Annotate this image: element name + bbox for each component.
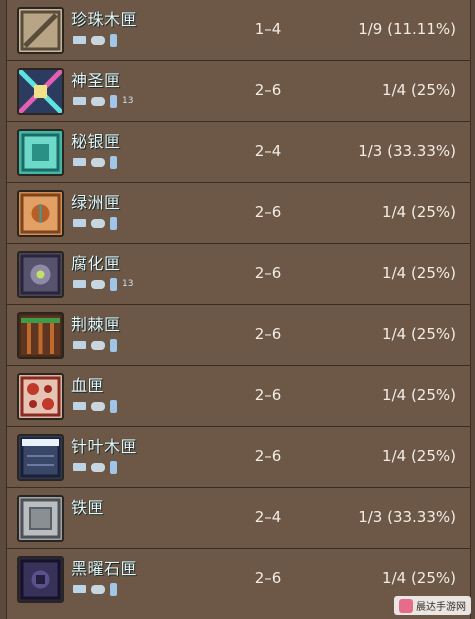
pc-icon xyxy=(73,585,86,593)
stack-size: 2–6 xyxy=(254,264,282,282)
watermark-text: 晨达手游网 xyxy=(416,602,466,613)
drop-chance: 1/9 (11.11%) xyxy=(358,20,456,38)
console-icon xyxy=(91,35,105,45)
pc-icon xyxy=(73,280,86,288)
mobile-icon xyxy=(110,155,117,169)
stack-size: 2–4 xyxy=(254,508,282,526)
obsidian-crate-icon xyxy=(17,556,64,603)
boreal-crate-icon xyxy=(17,434,64,481)
drop-chance: 1/4 (25%) xyxy=(382,447,456,465)
platform-icons: 13 xyxy=(73,277,133,291)
site-watermark: 晨达手游网 xyxy=(394,596,471,615)
table-row: 神圣匣 13 2–6 1/4 (25%) xyxy=(7,61,470,122)
mobile-icon xyxy=(110,216,117,230)
pc-icon xyxy=(73,402,86,410)
drop-chance: 1/4 (25%) xyxy=(382,325,456,343)
stack-size: 1–4 xyxy=(254,20,282,38)
crate-name: 神圣匣 xyxy=(71,71,121,90)
stack-size: 2–6 xyxy=(254,447,282,465)
mobile-icon xyxy=(110,33,117,47)
pc-icon xyxy=(73,341,86,349)
drop-chance: 1/3 (33.33%) xyxy=(358,142,456,160)
pc-icon xyxy=(73,463,86,471)
console-icon xyxy=(91,279,105,289)
3ds-icon: 13 xyxy=(122,95,134,106)
platform-icons xyxy=(73,460,117,474)
stack-size: 2–6 xyxy=(254,203,282,221)
platform-icons: 13 xyxy=(73,94,133,108)
pc-icon xyxy=(73,97,86,105)
console-icon xyxy=(91,462,105,472)
table-row: 荆棘匣 2–6 1/4 (25%) xyxy=(7,305,470,366)
site-logo-icon xyxy=(399,598,413,613)
platform-icons xyxy=(73,338,117,352)
stack-size: 2–6 xyxy=(254,81,282,99)
crate-name: 腐化匣 xyxy=(71,254,121,273)
platform-icons xyxy=(73,582,117,596)
mobile-icon xyxy=(110,460,117,474)
corrupt-crate-icon xyxy=(17,251,64,298)
console-icon xyxy=(91,96,105,106)
mobile-icon xyxy=(110,338,117,352)
crate-name: 黑曜石匣 xyxy=(71,559,138,578)
platform-icons xyxy=(73,399,117,413)
platform-icons xyxy=(73,33,117,47)
mobile-icon xyxy=(110,399,117,413)
oasis-crate-icon xyxy=(17,190,64,237)
drop-chance: 1/4 (25%) xyxy=(382,386,456,404)
platform-icons xyxy=(73,155,117,169)
3ds-icon: 13 xyxy=(122,278,134,289)
mobile-icon xyxy=(110,277,117,291)
table-row: 秘银匣 2–4 1/3 (33.33%) xyxy=(7,122,470,183)
mobile-icon xyxy=(110,582,117,596)
pearlwood-crate-icon xyxy=(17,7,64,54)
console-icon xyxy=(91,340,105,350)
table-row: 珍珠木匣 1–4 1/9 (11.11%) xyxy=(7,0,470,61)
mythril-crate-icon xyxy=(17,129,64,176)
console-icon xyxy=(91,401,105,411)
console-icon xyxy=(91,218,105,228)
drop-chance: 1/3 (33.33%) xyxy=(358,508,456,526)
table-row: 针叶木匣 2–6 1/4 (25%) xyxy=(7,427,470,488)
drop-chance: 1/4 (25%) xyxy=(382,569,456,587)
drop-chance: 1/4 (25%) xyxy=(382,81,456,99)
crate-table: 珍珠木匣 1–4 1/9 (11.11%) 神圣匣 13 2–6 1/4 (25… xyxy=(6,0,471,619)
table-row: 血匣 2–6 1/4 (25%) xyxy=(7,366,470,427)
iron-crate-icon xyxy=(17,495,64,542)
console-icon xyxy=(91,584,105,594)
table-row: 腐化匣 13 2–6 1/4 (25%) xyxy=(7,244,470,305)
crate-name: 血匣 xyxy=(71,376,105,395)
hallowed-crate-icon xyxy=(17,68,64,115)
pc-icon xyxy=(73,36,86,44)
drop-chance: 1/4 (25%) xyxy=(382,203,456,221)
stack-size: 2–6 xyxy=(254,386,282,404)
stack-size: 2–4 xyxy=(254,142,282,160)
mobile-icon xyxy=(110,94,117,108)
pc-icon xyxy=(73,158,86,166)
drop-chance: 1/4 (25%) xyxy=(382,264,456,282)
console-icon xyxy=(91,157,105,167)
stack-size: 2–6 xyxy=(254,325,282,343)
crate-name: 绿洲匣 xyxy=(71,193,121,212)
blood-crate-icon xyxy=(17,373,64,420)
pc-icon xyxy=(73,219,86,227)
crate-name: 荆棘匣 xyxy=(71,315,121,334)
crate-name: 珍珠木匣 xyxy=(71,10,138,29)
table-row: 绿洲匣 2–6 1/4 (25%) xyxy=(7,183,470,244)
crate-name: 秘银匣 xyxy=(71,132,121,151)
table-row: 铁匣 2–4 1/3 (33.33%) xyxy=(7,488,470,549)
stack-size: 2–6 xyxy=(254,569,282,587)
bramble-crate-icon xyxy=(17,312,64,359)
crate-name: 铁匣 xyxy=(71,498,105,517)
crate-name: 针叶木匣 xyxy=(71,437,138,456)
platform-icons xyxy=(73,216,117,230)
